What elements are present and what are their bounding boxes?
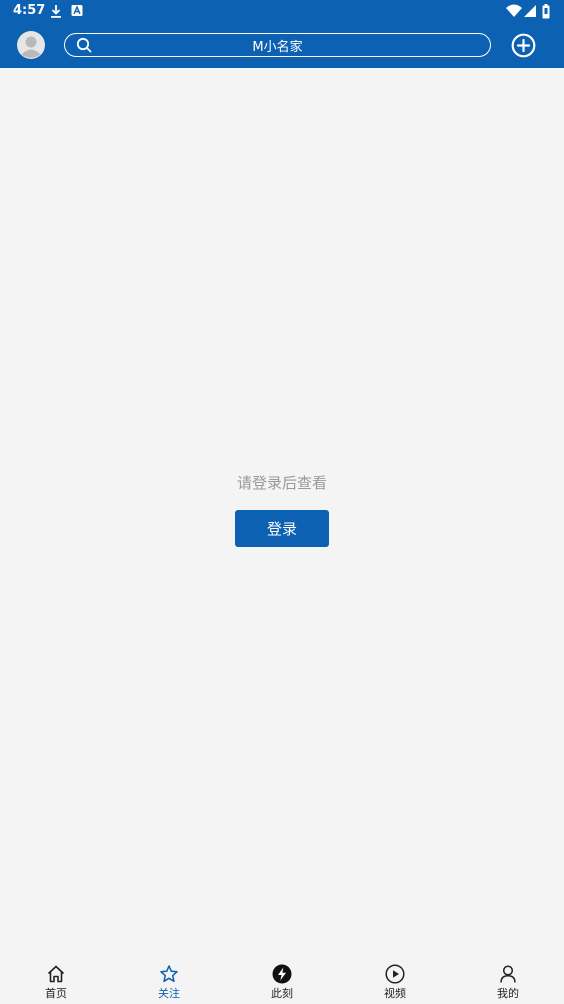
- status-time: 4:57: [13, 3, 46, 18]
- tab-home[interactable]: 首页: [0, 956, 112, 1004]
- status-bar: 4:57: [0, 0, 564, 24]
- lightning-icon: [272, 964, 292, 984]
- add-icon[interactable]: [511, 33, 536, 58]
- home-icon: [47, 965, 65, 983]
- login-hint: 请登录后查看: [236, 474, 327, 492]
- tab-label: 此刻: [271, 987, 293, 1000]
- tab-follow[interactable]: 关注: [113, 956, 225, 1004]
- search-bar[interactable]: M小名家: [64, 33, 491, 57]
- signal-icon: [524, 5, 536, 17]
- tab-moment[interactable]: 此刻: [226, 956, 338, 1004]
- battery-icon: [542, 4, 550, 19]
- tab-video[interactable]: 视频: [339, 956, 451, 1004]
- search-placeholder: M小名家: [252, 40, 303, 55]
- app-notification-icon: [71, 5, 83, 16]
- login-button[interactable]: 登录: [235, 510, 329, 547]
- wifi-icon: [506, 4, 522, 17]
- tab-label: 视频: [384, 987, 406, 1000]
- tab-me[interactable]: 我的: [452, 956, 564, 1004]
- star-icon: [160, 965, 178, 983]
- download-icon: [51, 5, 61, 18]
- avatar-icon[interactable]: [17, 31, 45, 59]
- bottom-tab-bar: 首页 关注 此刻 视频 我的: [0, 956, 564, 1004]
- tab-label: 我的: [497, 987, 519, 1000]
- tab-label: 首页: [45, 987, 67, 1000]
- play-icon: [385, 964, 405, 984]
- top-header: M小名家: [0, 24, 564, 68]
- person-icon: [500, 965, 516, 983]
- tab-label: 关注: [158, 987, 180, 1000]
